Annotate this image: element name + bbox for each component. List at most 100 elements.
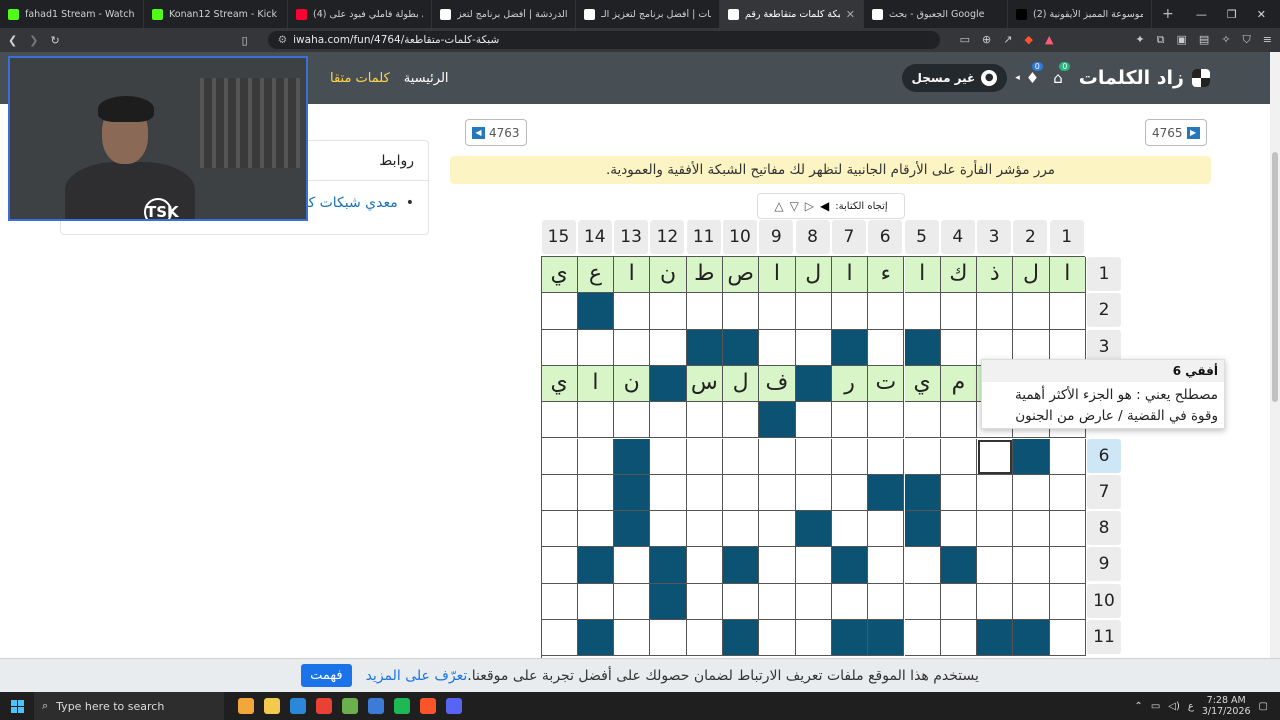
grid-cell[interactable]: ا bbox=[759, 257, 796, 294]
column-number[interactable]: 9 bbox=[759, 220, 794, 254]
grid-cell[interactable] bbox=[686, 474, 723, 512]
wallet-icon[interactable]: ▤ bbox=[1199, 33, 1209, 47]
grid-cell[interactable]: ا bbox=[614, 257, 651, 294]
taskbar-app-icon[interactable] bbox=[238, 698, 254, 714]
screen-icon[interactable]: ▭ bbox=[960, 33, 970, 47]
grid-cell[interactable] bbox=[977, 547, 1014, 584]
row-number[interactable]: 7 bbox=[1087, 474, 1121, 509]
grid-cell[interactable] bbox=[614, 620, 651, 657]
grid-cell[interactable] bbox=[541, 583, 578, 620]
grid-cell[interactable]: ر bbox=[831, 365, 869, 403]
grid-cell[interactable] bbox=[940, 438, 978, 475]
grid-cell[interactable] bbox=[723, 583, 760, 620]
grid-cell[interactable] bbox=[650, 511, 687, 548]
column-number[interactable]: 2 bbox=[1013, 220, 1048, 254]
grid-cell[interactable] bbox=[650, 402, 687, 439]
grid-cell[interactable] bbox=[614, 293, 651, 330]
grid-cell[interactable] bbox=[759, 293, 796, 330]
column-number[interactable]: 6 bbox=[868, 220, 903, 254]
grid-cell[interactable] bbox=[577, 329, 615, 366]
grid-cell[interactable] bbox=[723, 402, 760, 439]
forward-icon[interactable]: ❯ bbox=[29, 34, 38, 47]
grid-cell[interactable]: ي bbox=[904, 365, 941, 403]
grid-cell[interactable]: ل bbox=[723, 365, 760, 403]
grid-cell[interactable]: ك bbox=[940, 257, 978, 294]
grid-cell[interactable] bbox=[686, 547, 723, 584]
grid-cell[interactable] bbox=[868, 329, 905, 366]
browser-tab[interactable]: شبكة كلمات متقاطعة رقم ✕ bbox=[720, 0, 864, 28]
grid-cell[interactable]: ذ bbox=[977, 257, 1014, 294]
grid-cell[interactable] bbox=[904, 438, 941, 475]
grid-cell[interactable]: ء bbox=[868, 257, 905, 294]
grid-cell[interactable] bbox=[977, 293, 1014, 330]
column-number[interactable]: 12 bbox=[650, 220, 685, 254]
leo-icon[interactable]: ✧ bbox=[1221, 33, 1230, 47]
grid-cell[interactable] bbox=[1013, 293, 1050, 330]
grid-cell[interactable] bbox=[1049, 474, 1086, 512]
grid-cell[interactable]: ا bbox=[1049, 257, 1086, 294]
row-number[interactable]: 8 bbox=[1087, 511, 1121, 546]
column-number[interactable]: 4 bbox=[940, 220, 975, 254]
grid-cell[interactable]: س bbox=[686, 365, 723, 403]
page-scrollbar[interactable] bbox=[1270, 52, 1280, 660]
share-icon[interactable]: ↗ bbox=[1003, 33, 1012, 47]
grid-cell[interactable] bbox=[940, 402, 978, 439]
grid-cell[interactable]: ا bbox=[904, 257, 941, 294]
grid-cell[interactable]: ا bbox=[831, 257, 869, 294]
taskbar-app-icon[interactable] bbox=[264, 698, 280, 714]
grid-cell[interactable] bbox=[977, 511, 1014, 548]
taskbar-search[interactable]: ⌕ Type here to search bbox=[34, 692, 224, 720]
browser-tab[interactable]: Konan12 Stream - Kick Dashbo bbox=[144, 0, 288, 28]
grid-cell[interactable] bbox=[977, 474, 1014, 512]
row-number[interactable]: 9 bbox=[1087, 547, 1121, 582]
grid-cell[interactable] bbox=[904, 620, 941, 657]
grid-cell[interactable] bbox=[940, 583, 978, 620]
grid-cell[interactable] bbox=[541, 474, 578, 512]
grid-cell[interactable] bbox=[650, 329, 687, 366]
grid-cell[interactable]: ع bbox=[577, 257, 615, 294]
grid-cell[interactable] bbox=[577, 474, 615, 512]
minimize-icon[interactable]: — bbox=[1196, 8, 1207, 21]
language-icon[interactable]: ع bbox=[1188, 701, 1194, 712]
column-number[interactable]: 8 bbox=[795, 220, 830, 254]
grid-cell[interactable] bbox=[1049, 438, 1086, 475]
grid-cell[interactable] bbox=[723, 511, 760, 548]
grid-cell[interactable] bbox=[541, 547, 578, 584]
rewards-icon[interactable]: ▲ bbox=[1045, 33, 1053, 47]
browser-tab[interactable]: الجعبوق - بحث Google bbox=[864, 0, 1008, 28]
grid-cell[interactable]: ط bbox=[686, 257, 723, 294]
grid-cell[interactable]: ف bbox=[759, 365, 796, 403]
grid-cell[interactable] bbox=[686, 293, 723, 330]
grid-cell[interactable] bbox=[868, 583, 905, 620]
column-number[interactable]: 1 bbox=[1049, 220, 1084, 254]
brave-shield-icon[interactable]: ◆ bbox=[1024, 33, 1032, 47]
grid-cell[interactable] bbox=[1049, 620, 1086, 657]
taskbar-app-icon[interactable] bbox=[394, 698, 410, 714]
row-number[interactable]: 2 bbox=[1087, 293, 1121, 328]
column-number[interactable]: 10 bbox=[723, 220, 757, 254]
bookmark-icon[interactable]: ▯ bbox=[242, 34, 248, 47]
grid-cell[interactable] bbox=[1013, 583, 1050, 620]
grid-cell[interactable]: ن bbox=[650, 257, 687, 294]
grid-cell[interactable] bbox=[795, 547, 832, 584]
grid-cell[interactable] bbox=[795, 329, 832, 366]
taskbar-app-icon[interactable] bbox=[316, 698, 332, 714]
grid-cell[interactable] bbox=[759, 474, 796, 512]
tray-chevron-icon[interactable]: ⌃ bbox=[1134, 701, 1142, 712]
grid-cell[interactable] bbox=[868, 547, 905, 584]
zoom-icon[interactable]: ⊕ bbox=[982, 33, 991, 47]
grid-cell[interactable] bbox=[904, 583, 941, 620]
network-icon[interactable]: ▭ bbox=[1151, 701, 1160, 712]
restore-icon[interactable]: ❐ bbox=[1227, 8, 1237, 21]
grid-cell[interactable] bbox=[759, 547, 796, 584]
column-number[interactable]: 14 bbox=[577, 220, 612, 254]
sidebar-icon[interactable]: ▣ bbox=[1177, 33, 1187, 47]
back-icon[interactable]: ❮ bbox=[8, 34, 17, 47]
grid-cell[interactable] bbox=[614, 583, 651, 620]
grid-cell[interactable] bbox=[759, 329, 796, 366]
direction-right-icon[interactable]: ▷ bbox=[805, 199, 814, 213]
grid-cell[interactable] bbox=[1049, 583, 1086, 620]
direction-down-icon[interactable]: ▽ bbox=[790, 199, 799, 213]
grid-cell[interactable]: ي bbox=[541, 257, 578, 294]
browser-tab[interactable]: بوت الدردشة | أفضل برنامج لتعز bbox=[432, 0, 576, 28]
